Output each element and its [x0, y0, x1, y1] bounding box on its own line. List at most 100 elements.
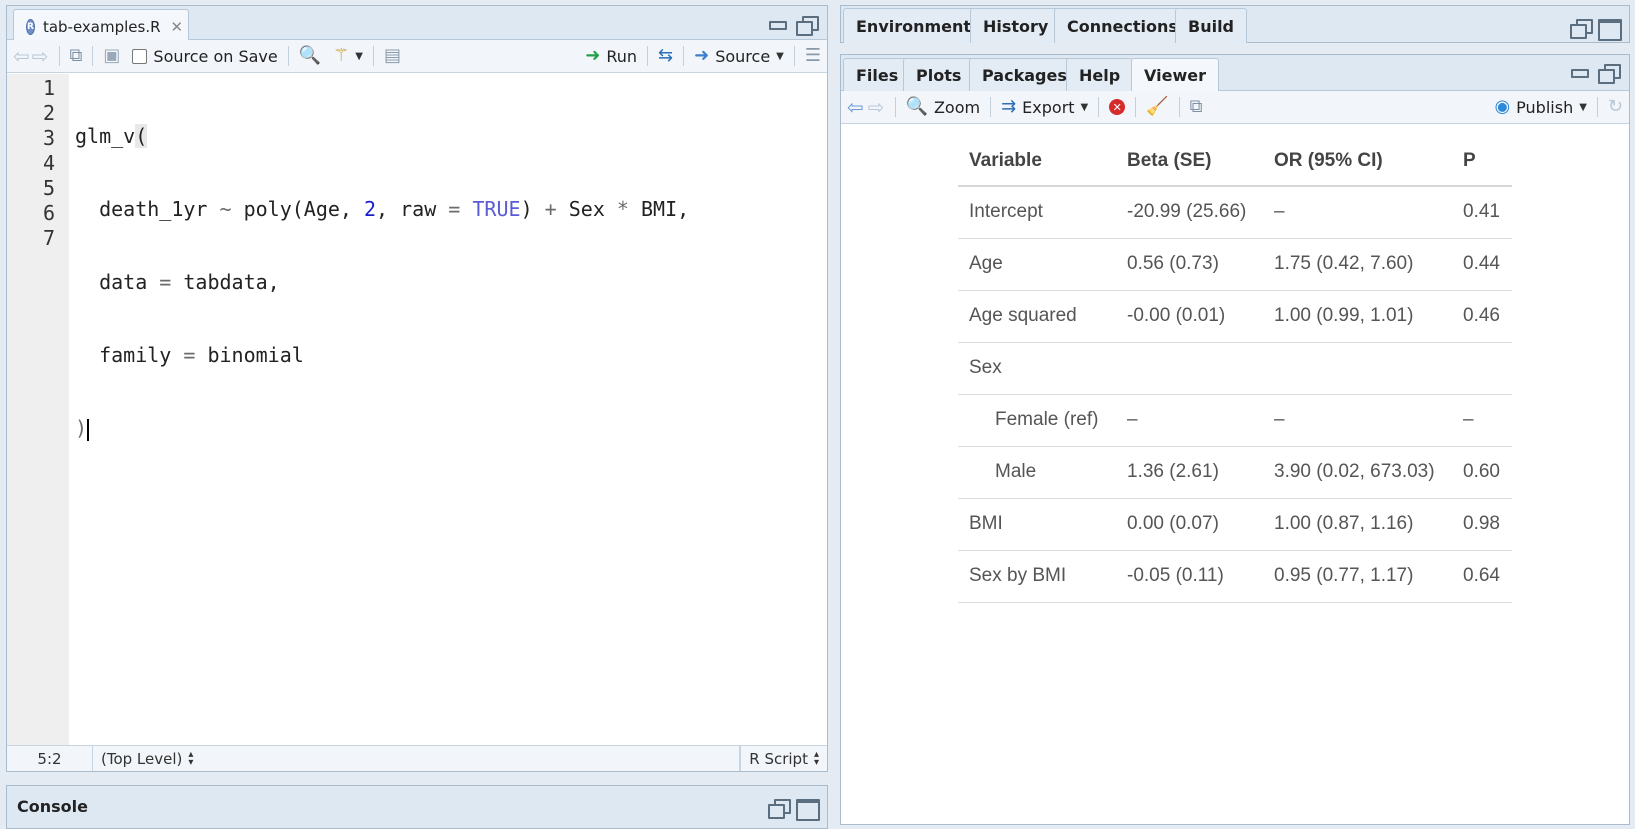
- code-area[interactable]: glm_v( death_1yr ~ poly(Age, 2, raw = TR…: [69, 74, 827, 745]
- table-cell: –: [1116, 394, 1263, 447]
- export-button[interactable]: ⇉ Export ▼: [995, 91, 1094, 123]
- table-cell: 1.00 (0.87, 1.16): [1263, 498, 1452, 551]
- forward-button[interactable]: ⇨: [26, 40, 55, 72]
- refresh-icon: ↻: [1607, 96, 1623, 117]
- find-replace-button[interactable]: 🔍: [293, 40, 327, 72]
- tab-connections[interactable]: Connections: [1054, 8, 1191, 43]
- tab-packages[interactable]: Packages: [969, 58, 1080, 91]
- publish-label: Publish: [1516, 97, 1574, 117]
- table-row: Sex: [958, 342, 1512, 395]
- line-number: 4: [42, 151, 55, 175]
- file-type-selector[interactable]: R Script ▴ ▾: [740, 746, 827, 771]
- maximize-pane-button[interactable]: [1597, 63, 1621, 84]
- cursor-position: 5:2: [7, 746, 93, 771]
- viewer-forward-button[interactable]: ⇨: [862, 91, 891, 123]
- outline-button[interactable]: ☰: [799, 40, 827, 72]
- table-cell: BMI: [958, 498, 1116, 551]
- table-cell: 1.36 (2.61): [1116, 446, 1263, 499]
- code-line: glm_v(: [75, 124, 148, 148]
- table-cell: 0.00 (0.07): [1116, 498, 1263, 551]
- table-cell: Sex: [958, 342, 1116, 395]
- line-number-gutter: 1234567: [7, 74, 69, 745]
- updown-icon: ▴ ▾: [813, 748, 819, 768]
- zoom-button[interactable]: 🔍 Zoom: [900, 91, 987, 123]
- header-p: P: [1452, 136, 1512, 187]
- source-arrow-icon: ➜: [694, 45, 710, 66]
- code-line: family = binomial: [75, 343, 304, 367]
- show-in-window-button[interactable]: ⧉: [64, 40, 89, 72]
- table-cell: [1116, 342, 1263, 395]
- maximize-pane-button[interactable]: [1597, 18, 1622, 41]
- chevron-down-icon: ▼: [355, 50, 363, 62]
- close-tab-icon[interactable]: ✕: [171, 18, 184, 36]
- compile-report-button[interactable]: ▤: [378, 40, 407, 72]
- forward-arrow-icon: ⇨: [867, 95, 885, 119]
- code-tools-button[interactable]: ⚚ ▼: [327, 40, 369, 72]
- chevron-down-icon: ▼: [1579, 101, 1587, 113]
- header-variable: Variable: [958, 136, 1116, 187]
- code-editor[interactable]: 1234567 glm_v( death_1yr ~ poly(Age, 2, …: [7, 74, 827, 745]
- viewer-toolbar: ⇦ ⇨ 🔍 Zoom ⇉ Export ▼ ✕ 🧹 ⧉ ◉ Publish ▼ ↻: [841, 91, 1629, 124]
- line-number: 3: [42, 126, 55, 150]
- remove-viewer-button[interactable]: ✕: [1103, 91, 1131, 123]
- code-line: data = tabdata,: [75, 270, 280, 294]
- publish-button[interactable]: ◉ Publish ▼: [1488, 91, 1592, 123]
- run-arrow-icon: ➜: [585, 45, 601, 66]
- tab-history[interactable]: History: [970, 8, 1062, 43]
- maximize-pane-button[interactable]: [795, 798, 820, 821]
- tab-environment[interactable]: Environment: [843, 8, 985, 43]
- table-row: BMI 0.00 (0.07) 1.00 (0.87, 1.16) 0.98: [958, 498, 1512, 551]
- table-row: Age squared -0.00 (0.01) 1.00 (0.99, 1.01)…: [958, 290, 1512, 343]
- run-label: Run: [606, 46, 638, 66]
- magic-wand-icon: ⚚: [333, 45, 350, 66]
- table-cell: 0.44: [1452, 238, 1512, 291]
- table-cell: –: [1452, 394, 1512, 447]
- table-cell: [1263, 342, 1452, 395]
- source-on-save-checkbox[interactable]: [132, 48, 148, 64]
- save-button[interactable]: ▣: [97, 40, 126, 72]
- line-number: 5: [42, 176, 55, 200]
- table-cell: -20.99 (25.66): [1116, 186, 1263, 239]
- maximize-pane-button[interactable]: [795, 15, 819, 36]
- table-cell: -0.00 (0.01): [1116, 290, 1263, 343]
- popout-icon: ⧉: [69, 45, 83, 66]
- code-line: ): [75, 416, 90, 441]
- file-type-label: R Script: [749, 749, 808, 768]
- restore-pane-button[interactable]: [1569, 18, 1593, 39]
- table-row: Age 0.56 (0.73) 1.75 (0.42, 7.60) 0.44: [958, 238, 1512, 291]
- text-cursor: [87, 418, 90, 441]
- clear-all-viewer-button[interactable]: 🧹: [1140, 91, 1174, 123]
- tab-files[interactable]: Files: [843, 58, 912, 91]
- tab-plots[interactable]: Plots: [903, 58, 975, 91]
- tab-viewer[interactable]: Viewer: [1131, 58, 1219, 92]
- source-button[interactable]: ➜ Source ▼: [688, 40, 790, 72]
- save-icon: ▣: [103, 45, 121, 66]
- updown-icon: ▴ ▾: [188, 748, 194, 768]
- table-cell: -0.05 (0.11): [1116, 550, 1263, 603]
- rerun-button[interactable]: ⇆: [652, 40, 679, 72]
- scope-label: (Top Level): [101, 749, 183, 768]
- source-on-save-toggle[interactable]: Source on Save: [126, 40, 283, 72]
- file-tab[interactable]: R tab-examples.R ✕: [13, 9, 189, 43]
- rerun-icon: ⇆: [658, 45, 674, 66]
- tab-help[interactable]: Help: [1066, 58, 1134, 91]
- console-pane[interactable]: Console: [6, 785, 828, 829]
- popout-icon: ⧉: [1189, 96, 1203, 117]
- chevron-down-icon: ▼: [1080, 101, 1089, 113]
- minimize-pane-button[interactable]: [767, 15, 789, 33]
- zoom-icon: 🔍: [905, 96, 928, 117]
- run-button[interactable]: ➜ Run: [579, 40, 643, 72]
- viewer-tabstrip: Files Plots Packages Help Viewer: [841, 55, 1629, 92]
- refresh-button[interactable]: ↻: [1602, 91, 1629, 123]
- code-line: death_1yr ~ poly(Age, 2, raw = TRUE) + S…: [75, 197, 690, 221]
- environment-pane: Environment History Connections Build: [840, 5, 1630, 43]
- restore-pane-button[interactable]: [767, 798, 791, 819]
- search-icon: 🔍: [298, 45, 322, 66]
- show-in-new-window-button[interactable]: ⧉: [1184, 91, 1209, 123]
- chevron-down-icon: ▼: [776, 50, 784, 62]
- scope-selector[interactable]: (Top Level) ▴ ▾: [93, 746, 741, 771]
- table-cell: 3.90 (0.02, 673.03): [1263, 446, 1452, 499]
- tab-build[interactable]: Build: [1175, 8, 1248, 43]
- minimize-pane-button[interactable]: [1569, 63, 1591, 81]
